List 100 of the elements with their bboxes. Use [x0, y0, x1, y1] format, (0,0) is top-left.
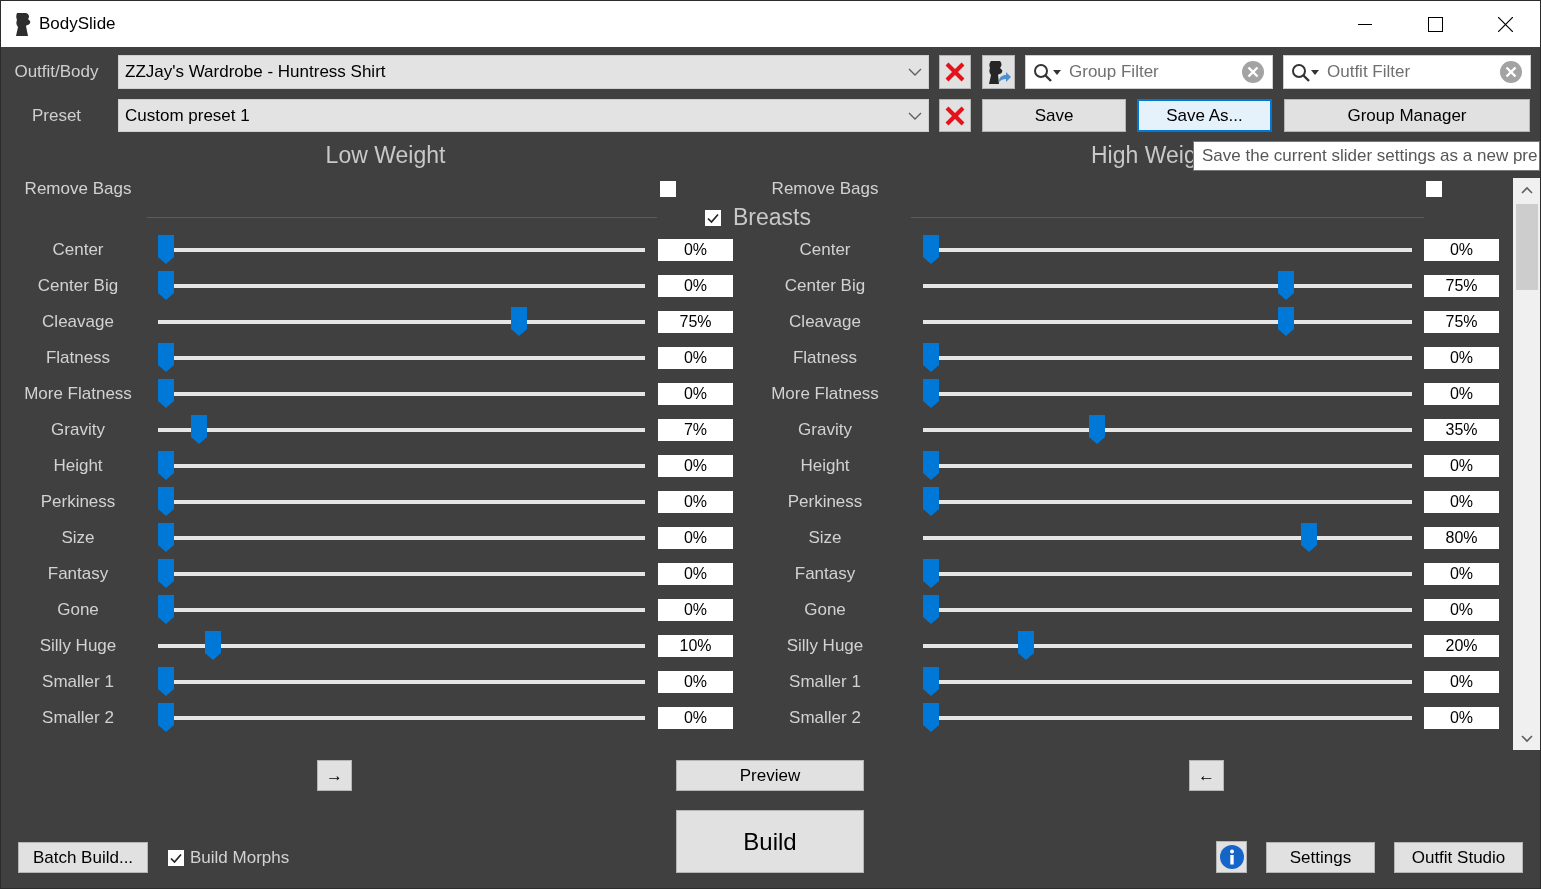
value-field[interactable]: 0% [658, 671, 733, 693]
preset-button[interactable]: Save As... [1137, 99, 1272, 132]
slider-track[interactable] [158, 631, 645, 661]
slider-track[interactable] [923, 271, 1412, 301]
value-field[interactable]: 0% [658, 275, 733, 297]
search-field[interactable]: Outfit Filter [1283, 55, 1531, 89]
outfit-studio-button[interactable]: Outfit Studio [1394, 842, 1523, 873]
slider-thumb[interactable] [158, 235, 174, 264]
value-field[interactable]: 75% [1424, 275, 1499, 297]
slider-track[interactable] [158, 703, 645, 733]
settings-button[interactable]: Settings [1266, 842, 1375, 873]
search-icon[interactable] [1291, 62, 1319, 82]
search-field[interactable]: Group Filter [1025, 55, 1273, 89]
scrollbar-thumb[interactable] [1515, 204, 1538, 290]
slider-track[interactable] [923, 343, 1412, 373]
slider-thumb[interactable] [158, 703, 174, 732]
slider-thumb[interactable] [511, 307, 528, 336]
value-field[interactable]: 0% [658, 491, 733, 513]
clear-icon[interactable] [1500, 61, 1522, 83]
value-field[interactable]: 80% [1424, 527, 1499, 549]
slider-track[interactable] [923, 559, 1412, 589]
value-field[interactable]: 0% [1424, 671, 1499, 693]
preset-dropdown[interactable]: Custom preset 1 [118, 99, 929, 132]
value-field[interactable]: 0% [658, 599, 733, 621]
slider-thumb[interactable] [923, 595, 939, 624]
value-field[interactable]: 0% [1424, 563, 1499, 585]
checkbox[interactable] [1426, 181, 1442, 197]
value-field[interactable]: 35% [1424, 419, 1499, 441]
slider-thumb[interactable] [923, 379, 939, 408]
outfit-dropdown[interactable]: ZZJay's Wardrobe - Huntress Shirt [118, 55, 929, 89]
search-icon[interactable] [1033, 62, 1061, 82]
slider-track[interactable] [158, 271, 645, 301]
remove-button[interactable] [939, 55, 971, 89]
slider-thumb[interactable] [158, 451, 174, 480]
slider-thumb[interactable] [158, 559, 174, 588]
slider-thumb[interactable] [923, 451, 939, 480]
slider-thumb[interactable] [1088, 415, 1105, 444]
slider-thumb[interactable] [923, 235, 939, 264]
value-field[interactable]: 0% [1424, 239, 1499, 261]
value-field[interactable]: 0% [658, 563, 733, 585]
slider-thumb[interactable] [1277, 271, 1294, 300]
slider-track[interactable] [923, 631, 1412, 661]
slider-thumb[interactable] [158, 487, 174, 516]
scrollbar[interactable] [1513, 178, 1540, 750]
slider-track[interactable] [158, 451, 645, 481]
slider-thumb[interactable] [1301, 523, 1318, 552]
value-field[interactable]: 75% [1424, 311, 1499, 333]
slider-track[interactable] [923, 595, 1412, 625]
search-input[interactable]: Group Filter [1069, 59, 1242, 85]
batch-build-button[interactable]: Batch Build... [18, 842, 148, 873]
slider-thumb[interactable] [158, 595, 174, 624]
slider-track[interactable] [158, 523, 645, 553]
slider-thumb[interactable] [1017, 631, 1034, 660]
slider-thumb[interactable] [158, 343, 174, 372]
value-field[interactable]: 75% [658, 311, 733, 333]
slider-thumb[interactable] [923, 343, 939, 372]
value-field[interactable]: 0% [1424, 599, 1499, 621]
slider-thumb[interactable] [923, 487, 939, 516]
chevron-down-icon[interactable] [1520, 734, 1533, 743]
slider-track[interactable] [923, 307, 1412, 337]
checkbox[interactable] [168, 849, 184, 866]
checkbox[interactable] [705, 209, 721, 226]
slider-track[interactable] [158, 235, 645, 265]
info-button[interactable] [1216, 841, 1247, 873]
slider-track[interactable] [923, 703, 1412, 733]
slider-track[interactable] [923, 667, 1412, 697]
slider-thumb[interactable] [158, 523, 174, 552]
search-input[interactable]: Outfit Filter [1327, 59, 1500, 85]
slider-track[interactable] [923, 235, 1412, 265]
slider-track[interactable] [158, 667, 645, 697]
preset-button[interactable]: Save [982, 99, 1126, 132]
value-field[interactable]: 0% [1424, 383, 1499, 405]
value-field[interactable]: 10% [658, 635, 733, 657]
checkbox[interactable] [660, 181, 676, 197]
remove-button[interactable] [939, 99, 971, 132]
slider-thumb[interactable] [923, 703, 939, 732]
value-field[interactable]: 0% [658, 527, 733, 549]
value-field[interactable]: 0% [1424, 455, 1499, 477]
arrow-button[interactable]: ← [1189, 760, 1224, 791]
value-field[interactable]: 7% [658, 419, 733, 441]
value-field[interactable]: 0% [658, 707, 733, 729]
value-field[interactable]: 0% [1424, 707, 1499, 729]
chevron-up-icon[interactable] [1520, 186, 1533, 195]
slider-thumb[interactable] [923, 559, 939, 588]
slider-track[interactable] [158, 307, 645, 337]
slider-thumb[interactable] [1277, 307, 1294, 336]
value-field[interactable]: 0% [1424, 347, 1499, 369]
slider-track[interactable] [923, 415, 1412, 445]
slider-track[interactable] [923, 379, 1412, 409]
arrow-button[interactable]: → [317, 760, 352, 791]
build-button[interactable]: Build [676, 810, 864, 873]
slider-thumb[interactable] [205, 631, 222, 660]
value-field[interactable]: 0% [1424, 491, 1499, 513]
slider-track[interactable] [158, 595, 645, 625]
slider-track[interactable] [158, 343, 645, 373]
slider-thumb[interactable] [923, 667, 939, 696]
preview-button[interactable]: Preview [676, 760, 864, 791]
slider-track[interactable] [923, 523, 1412, 553]
slider-track[interactable] [923, 487, 1412, 517]
slider-track[interactable] [158, 487, 645, 517]
